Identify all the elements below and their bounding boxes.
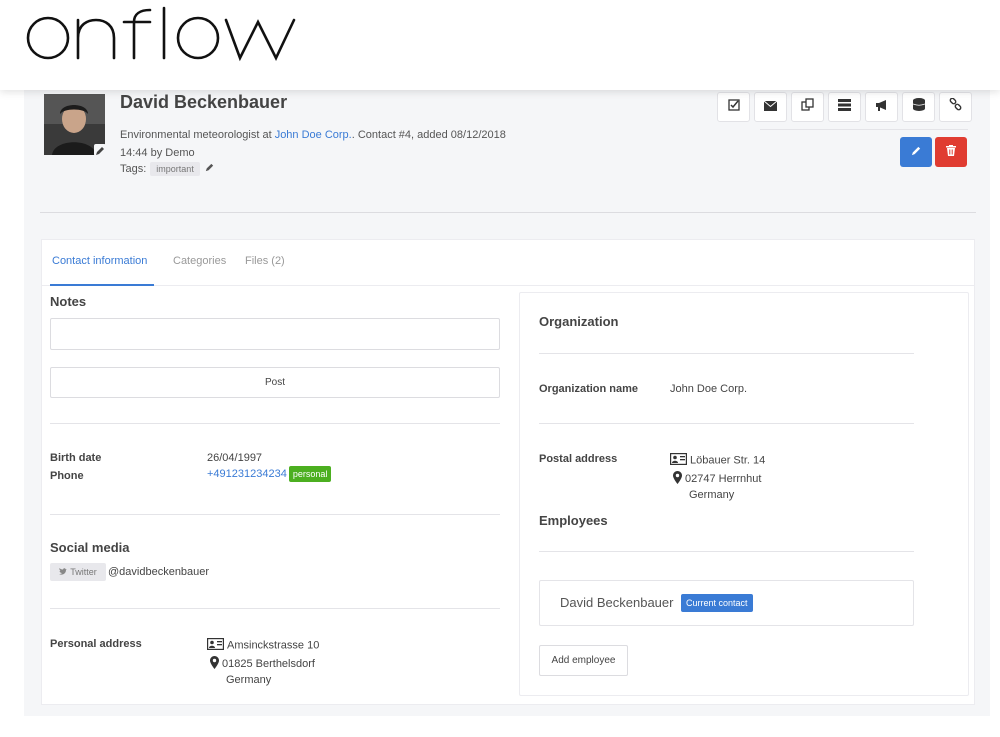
checkbox-icon [727,98,740,116]
email-button[interactable] [754,92,787,122]
toolbar-divider [760,129,968,130]
tags-row: Tags: important [120,162,215,176]
divider [539,353,914,354]
active-tab-indicator [50,284,154,286]
list-button[interactable] [828,92,861,122]
divider [539,423,914,424]
twitter-handle-link[interactable]: @davidbeckenbauer [108,566,209,578]
tags-label: Tags: [120,163,147,175]
organization-name-link[interactable]: John Doe Corp. [670,383,747,395]
tab-bar: Contact information Categories Files (2) [42,240,974,286]
divider [539,551,914,552]
contact-details-card: Contact information Categories Files (2)… [41,239,975,705]
contact-name: David Beckenbauer [120,92,288,112]
personal-city-text: 01825 Berthelsdorf [222,657,315,670]
add-employee-button[interactable]: Add employee [539,645,628,676]
link-button[interactable] [939,92,972,122]
employee-name: David Beckenbauer [560,595,674,610]
postal-street: Löbauer Str. 14 [670,453,765,468]
current-contact-badge: Current contact [681,594,753,612]
address-card-icon [670,453,688,468]
birth-date-value: 26/04/1997 [207,452,263,464]
divider [50,608,500,609]
onflow-logo[interactable] [26,4,306,69]
postal-city-text: 02747 Herrnhut [685,472,762,485]
social-media-title: Social media [50,540,130,555]
twitter-badge: Twitter [50,563,106,581]
phone-type-badge: personal [288,466,332,482]
pencil-icon [911,143,922,161]
campaign-button[interactable] [865,92,898,122]
avatar-edit-pencil-icon[interactable] [94,144,106,156]
tab-categories[interactable]: Categories [173,255,226,267]
database-button[interactable] [902,92,935,122]
megaphone-icon [875,98,889,116]
tag-badge[interactable]: important [150,162,200,176]
employee-list-item[interactable]: David Beckenbauer Current contact [539,580,914,626]
divider [50,514,500,515]
list-icon [838,98,851,116]
copy-icon [801,98,814,116]
personal-street: Amsinckstrasse 10 [207,638,319,653]
tab-contact-information[interactable]: Contact information [52,255,147,267]
map-pin-icon [673,471,682,487]
organization-title: Organization [539,314,619,329]
notes-textarea[interactable] [50,318,500,350]
link-icon [949,97,962,116]
edit-contact-button[interactable] [900,137,932,167]
contact-meta: Environmental meteorologist at John Doe … [120,126,530,162]
company-link[interactable]: John Doe Corp. [275,129,352,141]
personal-country: Germany [226,674,272,686]
phone-label: Phone [50,470,84,482]
post-note-button[interactable]: Post [50,367,500,398]
address-card-icon [207,638,225,653]
employees-title: Employees [539,513,608,528]
personal-address-label: Personal address [50,638,142,650]
twitter-icon [59,567,68,577]
personal-street-text: Amsinckstrasse 10 [227,639,320,652]
header-divider [40,212,976,213]
map-pin-icon [210,656,219,672]
job-title: Environmental meteorologist at [120,129,275,141]
personal-city: 01825 Berthelsdorf [210,656,315,672]
notes-title: Notes [50,294,87,309]
postal-city: 02747 Herrnhut [673,471,761,487]
task-button[interactable] [717,92,750,122]
birth-date-label: Birth date [50,452,102,464]
postal-street-text: Löbauer Str. 14 [690,454,766,467]
top-bar [0,0,1000,90]
twitter-label: Twitter [70,567,97,577]
phone-row: +491231234234 personal [207,466,332,482]
delete-contact-button[interactable] [935,137,967,167]
database-icon [912,98,925,116]
envelope-icon [763,98,778,116]
tab-files[interactable]: Files (2) [245,255,285,267]
phone-link[interactable]: +491231234234 [207,468,287,480]
organization-panel: Organization Organization name John Doe … [519,292,969,696]
postal-country: Germany [689,489,735,501]
postal-address-label: Postal address [539,453,618,465]
duplicate-button[interactable] [791,92,824,122]
organization-name-label: Organization name [539,383,639,395]
action-toolbar [717,92,972,122]
edit-tags-pencil-icon[interactable] [204,162,215,176]
contact-page: David Beckenbauer Environmental meteorol… [24,88,990,716]
trash-icon [946,143,956,161]
divider [50,423,500,424]
